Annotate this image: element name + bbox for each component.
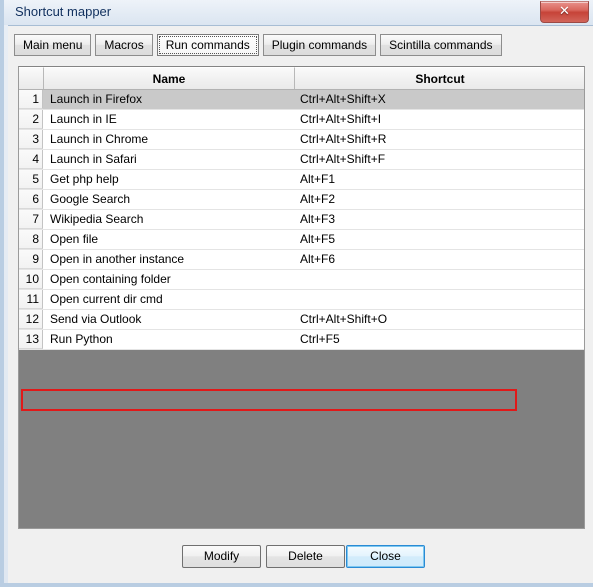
- row-name: Launch in IE: [50, 112, 117, 126]
- table-row[interactable]: 1 Launch in Firefox Ctrl+Alt+Shift+X: [19, 90, 584, 110]
- row-index: 10: [19, 270, 43, 289]
- row-index: 12: [19, 310, 43, 329]
- tab-macros[interactable]: Macros: [95, 34, 153, 56]
- row-name: Wikipedia Search: [50, 212, 144, 226]
- shortcut-mapper-window: Shortcut mapper ✕ Main menu Macros Run com…: [0, 0, 593, 587]
- row-index: 1: [19, 90, 43, 109]
- row-shortcut: Alt+F3: [300, 212, 336, 226]
- row-shortcut: Alt+F6: [300, 252, 336, 266]
- column-header-shortcut[interactable]: Shortcut: [295, 67, 584, 89]
- row-shortcut: Alt+F2: [300, 192, 336, 206]
- button-bar: Modify Delete Close: [8, 537, 593, 577]
- title-bar: Shortcut mapper ✕: [4, 0, 593, 25]
- row-index: 4: [19, 150, 43, 169]
- row-index: 11: [19, 290, 43, 309]
- row-index: 13: [19, 330, 43, 349]
- row-name: Send via Outlook: [50, 312, 142, 326]
- table-row[interactable]: 11 Open current dir cmd: [19, 290, 584, 310]
- table-row[interactable]: 3 Launch in Chrome Ctrl+Alt+Shift+R: [19, 130, 584, 150]
- row-shortcut: Ctrl+Alt+Shift+F: [300, 152, 386, 166]
- list-header-row: Name Shortcut: [19, 67, 584, 90]
- row-index: 6: [19, 190, 43, 209]
- row-shortcut: [297, 270, 583, 289]
- column-header-index[interactable]: [19, 67, 44, 89]
- table-row[interactable]: 12 Send via Outlook Ctrl+Alt+Shift+O: [19, 310, 584, 330]
- row-index: 3: [19, 130, 43, 149]
- row-shortcut: Alt+F5: [300, 232, 336, 246]
- dialog-client-area: Main menu Macros Run commands Plugin comman…: [8, 25, 593, 583]
- row-name: Open file: [50, 232, 99, 246]
- row-shortcut: Ctrl+F5: [300, 332, 340, 346]
- row-name: Google Search: [50, 192, 131, 206]
- window-title: Shortcut mapper: [15, 4, 112, 19]
- delete-button[interactable]: Delete: [266, 545, 345, 568]
- shortcut-list-view[interactable]: Name Shortcut 1 Launch in Firefox Ctrl+Alt…: [18, 66, 585, 529]
- row-shortcut: Ctrl+Alt+Shift+X: [300, 92, 386, 106]
- row-shortcut: [297, 290, 583, 309]
- close-icon: ✕: [559, 3, 570, 18]
- table-row[interactable]: 7 Wikipedia Search Alt+F3: [19, 210, 584, 230]
- row-index: 2: [19, 110, 43, 129]
- row-shortcut: Ctrl+Alt+Shift+I: [300, 112, 382, 126]
- row-index: 9: [19, 250, 43, 269]
- table-row[interactable]: 6 Google Search Alt+F2: [19, 190, 584, 210]
- column-header-name[interactable]: Name: [44, 67, 295, 89]
- row-shortcut: Ctrl+Alt+Shift+R: [300, 132, 387, 146]
- table-row[interactable]: 4 Launch in Safari Ctrl+Alt+Shift+F: [19, 150, 584, 170]
- row-name: Launch in Firefox: [50, 92, 143, 106]
- table-row[interactable]: 2 Launch in IE Ctrl+Alt+Shift+I: [19, 110, 584, 130]
- table-row[interactable]: 10 Open containing folder: [19, 270, 584, 290]
- tab-scintilla-commands[interactable]: Scintilla commands: [380, 34, 502, 56]
- tab-run-commands[interactable]: Run commands: [156, 34, 259, 56]
- tab-plugin-commands[interactable]: Plugin commands: [262, 34, 377, 56]
- table-row[interactable]: 9 Open in another instance Alt+F6: [19, 250, 584, 270]
- row-shortcut: Alt+F1: [300, 172, 336, 186]
- row-name: Launch in Safari: [50, 152, 137, 166]
- list-body: 1 Launch in Firefox Ctrl+Alt+Shift+X 2 Launc…: [19, 90, 584, 528]
- row-name: Get php help: [50, 172, 119, 186]
- row-name: Open current dir cmd: [50, 292, 163, 306]
- table-row[interactable]: 13 Run Python Ctrl+F5: [19, 330, 584, 350]
- row-name: Open containing folder: [50, 272, 171, 286]
- row-name: Open in another instance: [50, 252, 185, 266]
- tab-bar: Main menu Macros Run commands Plugin comman…: [14, 34, 506, 58]
- close-window-button[interactable]: ✕: [540, 1, 589, 23]
- row-index: 8: [19, 230, 43, 249]
- tab-main-menu[interactable]: Main menu: [14, 34, 92, 56]
- row-name: Launch in Chrome: [50, 132, 149, 146]
- row-index: 7: [19, 210, 43, 229]
- row-shortcut: Ctrl+Alt+Shift+O: [300, 312, 388, 326]
- row-index: 5: [19, 170, 43, 189]
- table-row[interactable]: 5 Get php help Alt+F1: [19, 170, 584, 190]
- row-name: Run Python: [50, 332, 113, 346]
- table-row[interactable]: 8 Open file Alt+F5: [19, 230, 584, 250]
- close-button[interactable]: Close: [346, 545, 425, 568]
- modify-button[interactable]: Modify: [182, 545, 261, 568]
